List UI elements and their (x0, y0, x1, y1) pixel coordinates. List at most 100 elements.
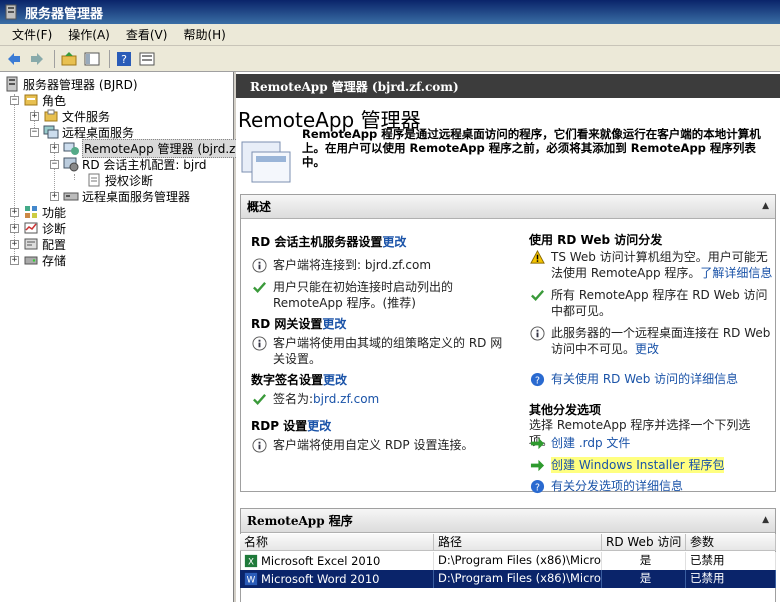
distribution-more-info[interactable]: ? 有关分发选项的详细信息 (529, 478, 773, 494)
column-header-path[interactable]: 路径 (434, 534, 602, 551)
cell-args: 已禁用 (686, 552, 776, 570)
overview-header[interactable]: 概述 ▲ (241, 195, 775, 219)
cell-name: W Microsoft Word 2010 (240, 570, 434, 588)
create-rdp-file-action[interactable]: 创建 .rdp 文件 (529, 435, 773, 451)
forward-icon[interactable] (27, 49, 47, 69)
properties-icon[interactable] (137, 49, 157, 69)
content-header: RemoteApp 管理器 (bjrd.zf.com) (236, 74, 780, 98)
column-header-args[interactable]: 参数 (686, 534, 776, 551)
page-description: RemoteApp 程序是通过远程桌面访问的程序，它们看来就像运行在客户端的本地… (302, 127, 761, 169)
web-visible-item: 所有 RemoteApp 程序在 RD Web 访问中都可见。 (529, 287, 773, 319)
learn-more-link[interactable]: 了解详细信息 (700, 266, 772, 280)
file-services-icon (43, 108, 59, 124)
cell-web-access: 是 (602, 552, 686, 570)
web-warning-item: TS Web 访问计算机组为空。用户可能无法使用 RemoteApp 程序。了解… (529, 249, 773, 281)
signature-item: 签名为: bjrd.zf.com (251, 391, 501, 407)
cell-web-access: 是 (602, 570, 686, 588)
svg-text:?: ? (535, 482, 540, 493)
licensing-icon (86, 172, 102, 188)
collapse-toggle[interactable]: − (30, 127, 39, 137)
back-icon[interactable] (4, 49, 24, 69)
rdsh-settings-title: RD 会话主机服务器设置更改 (251, 235, 407, 249)
rds-manager-icon (63, 188, 79, 204)
svg-text:X: X (248, 558, 254, 568)
table-row[interactable]: X Microsoft Excel 2010 D:\Program Files … (240, 552, 776, 570)
table-row-selected[interactable]: W Microsoft Word 2010 D:\Program Files (… (240, 570, 776, 588)
rdp-change-link[interactable]: 更改 (307, 419, 331, 433)
up-folder-icon[interactable] (59, 49, 79, 69)
web-more-info-item[interactable]: ? 有关使用 RD Web 访问的详细信息 (529, 371, 773, 387)
arrow-right-icon (529, 435, 545, 451)
rdsh-item-startup: 用户只能在初始连接时启动列出的 RemoteApp 程序。(推荐) (251, 279, 501, 311)
collapse-arrow-icon[interactable]: ▲ (762, 515, 769, 525)
tree-diagnostics[interactable]: + 诊断 (10, 220, 66, 236)
rd-config-icon (63, 156, 79, 172)
menu-view[interactable]: 查看(V) (118, 26, 176, 43)
expand-toggle[interactable]: + (10, 207, 19, 217)
excel-icon: X (244, 554, 258, 568)
info-icon (251, 335, 267, 351)
collapse-toggle[interactable]: − (50, 159, 59, 169)
server-manager-icon (5, 4, 17, 20)
other-options-title: 其他分发选项 (529, 403, 602, 417)
tree-rds-manager[interactable]: + 远程桌面服务管理器 (50, 188, 190, 204)
expand-toggle[interactable]: + (10, 223, 19, 233)
tree-file-services[interactable]: + 文件服务 (30, 108, 110, 124)
tree-root[interactable]: 服务器管理器 (BJRD) (4, 76, 138, 92)
expand-toggle[interactable]: + (10, 255, 19, 265)
rdp-item: 客户端将使用自定义 RDP 设置连接。 (251, 437, 501, 453)
tree-licensing-diagnosis[interactable]: 授权诊断 (86, 172, 153, 188)
gateway-change-link[interactable]: 更改 (322, 317, 346, 331)
warning-icon (529, 249, 545, 265)
help-icon[interactable]: ? (114, 49, 134, 69)
show-hide-tree-icon[interactable] (82, 49, 102, 69)
configuration-icon (23, 236, 39, 252)
tree-rd-session-host-config[interactable]: − RD 会话主机配置: bjrd (50, 156, 207, 172)
menu-file[interactable]: 文件(F) (4, 26, 60, 43)
check-icon (251, 279, 267, 295)
svg-text:?: ? (121, 53, 127, 66)
column-header-web-access[interactable]: RD Web 访问 (602, 534, 686, 551)
toolbar-separator (54, 49, 55, 68)
menu-help[interactable]: 帮助(H) (175, 26, 233, 43)
info-icon (251, 437, 267, 453)
tree-features[interactable]: + 功能 (10, 204, 66, 220)
info-icon (529, 325, 545, 341)
expand-toggle[interactable]: + (30, 111, 39, 121)
expand-toggle[interactable]: + (50, 143, 59, 153)
tree-storage[interactable]: + 存储 (10, 252, 66, 268)
collapse-toggle[interactable]: − (10, 95, 19, 105)
remote-desktop-icon (43, 124, 59, 140)
rdsh-item-connect: 客户端将连接到: bjrd.zf.com (251, 257, 501, 273)
rdp-settings-title: RDP 设置更改 (251, 419, 332, 433)
menu-action[interactable]: 操作(A) (60, 26, 118, 43)
window-title: 服务器管理器 (25, 6, 104, 22)
rdsh-change-link[interactable]: 更改 (382, 235, 406, 249)
signature-change-link[interactable]: 更改 (323, 373, 347, 387)
cell-name: X Microsoft Excel 2010 (240, 552, 434, 570)
svg-text:W: W (247, 576, 256, 586)
gateway-item: 客户端将使用由其域的组策略定义的 RD 网关设置。 (251, 335, 503, 367)
web-access-title: 使用 RD Web 访问分发 (529, 233, 663, 247)
tree-configuration[interactable]: + 配置 (10, 236, 66, 252)
title-bar: 服务器管理器 (0, 0, 780, 24)
collapse-arrow-icon[interactable]: ▲ (762, 201, 769, 211)
remoteapp-icon (63, 140, 79, 156)
signature-value-link[interactable]: bjrd.zf.com (313, 391, 379, 407)
check-icon (529, 287, 545, 303)
column-header-name[interactable]: 名称 (240, 534, 434, 551)
tree-roles[interactable]: − 角色 (10, 92, 66, 108)
signature-settings-title: 数字签名设置更改 (251, 373, 348, 387)
web-change-link[interactable]: 更改 (635, 342, 659, 356)
menu-bar: 文件(F) 操作(A) 查看(V) 帮助(H) (0, 24, 780, 46)
programs-header[interactable]: RemoteApp 程序 ▲ (241, 509, 775, 533)
expand-toggle[interactable]: + (10, 239, 19, 249)
gateway-settings-title: RD 网关设置更改 (251, 317, 347, 331)
web-info-item: 此服务器的一个远程桌面连接在 RD Web 访问中不可见。更改 (529, 325, 773, 357)
tree-remoteapp-manager[interactable]: + RemoteApp 管理器 (bjrd.zf (50, 138, 242, 158)
expand-toggle[interactable]: + (50, 191, 59, 201)
help-circle-icon: ? (529, 371, 545, 387)
create-msi-action[interactable]: 创建 Windows Installer 程序包 (529, 457, 773, 473)
navigation-tree: 服务器管理器 (BJRD) − 角色 + 文件服务 − 远程桌面服务 + Rem… (0, 72, 242, 602)
diagnostics-icon (23, 220, 39, 236)
